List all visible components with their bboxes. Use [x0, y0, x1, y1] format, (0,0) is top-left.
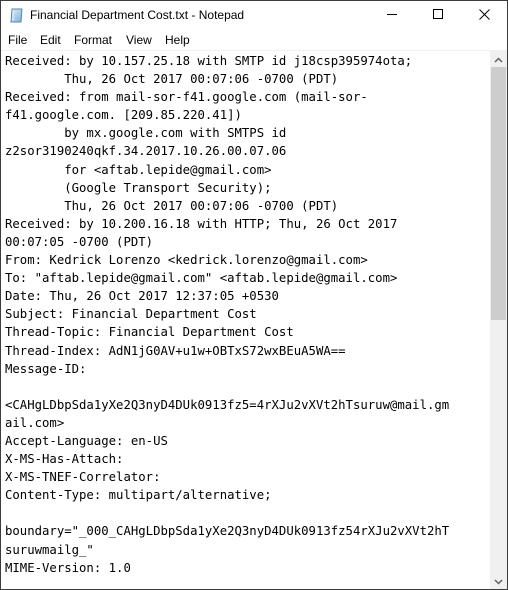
menu-help[interactable]: Help — [165, 33, 190, 47]
window-title: Financial Department Cost.txt - Notepad — [30, 8, 245, 22]
notepad-icon — [10, 8, 23, 23]
text-line: Accept-Language: en-US — [5, 433, 168, 448]
text-line: Thu, 26 Oct 2017 00:07:06 -0700 (PDT) — [64, 198, 339, 213]
text-line: Thu, 26 Oct 2017 00:07:06 -0700 (PDT) — [64, 72, 339, 87]
menu-format[interactable]: Format — [74, 33, 112, 47]
text-line: Content-Type: multipart/alternative; — [5, 488, 272, 503]
document-text[interactable]: Received: by 10.157.25.18 with SMTP id j… — [1, 51, 490, 577]
minimize-button[interactable] — [369, 1, 415, 31]
close-button[interactable] — [461, 1, 507, 31]
text-line: ail.com> — [5, 415, 65, 430]
text-line: Received: from mail-sor-f41.google.com (… — [5, 90, 368, 105]
maximize-icon — [432, 7, 444, 25]
text-line: by mx.google.com with SMTPS id — [64, 126, 287, 141]
scroll-up-button[interactable] — [490, 50, 507, 67]
text-line: Date: Thu, 26 Oct 2017 12:37:05 +0530 — [5, 289, 279, 304]
menu-edit[interactable]: Edit — [40, 33, 61, 47]
text-line: Thread-Index: AdN1jG0AV+u1w+OBTxS72wxBEu… — [5, 343, 346, 358]
scroll-thumb[interactable] — [491, 67, 506, 320]
text-line: z2sor3190240qkf.34.2017.10.26.00.07.06 — [5, 144, 287, 159]
close-icon — [478, 7, 490, 25]
text-line: for <aftab.lepide@gmail.com> — [64, 162, 272, 177]
text-line: (Google Transport Security); — [64, 180, 272, 195]
text-line: Thread-Topic: Financial Department Cost — [5, 325, 294, 340]
text-line: f41.google.com. [209.85.220.41]) — [5, 108, 242, 123]
text-line: From: Kedrick Lorenzo <kedrick.lorenzo@g… — [5, 253, 368, 268]
text-line: Received: by 10.157.25.18 with SMTP id j… — [5, 54, 413, 68]
text-line: Subject: Financial Department Cost — [5, 307, 257, 322]
vertical-scrollbar[interactable] — [490, 50, 507, 589]
scroll-down-button[interactable] — [490, 572, 507, 589]
minimize-icon — [386, 7, 398, 25]
menu-view[interactable]: View — [126, 33, 152, 47]
text-line: To: "aftab.lepide@gmail.com" <aftab.lepi… — [5, 271, 398, 286]
text-line: 00:07:05 -0700 (PDT) — [5, 234, 154, 249]
notepad-window: Financial Department Cost.txt - Notepad … — [0, 0, 508, 590]
maximize-button[interactable] — [415, 1, 461, 31]
text-line: suruwmailg_" — [5, 542, 94, 557]
text-line: X-MS-TNEF-Correlator: — [5, 470, 161, 485]
title-bar[interactable]: Financial Department Cost.txt - Notepad — [1, 1, 507, 31]
chevron-up-icon — [494, 50, 503, 68]
chevron-down-icon — [494, 572, 503, 590]
text-editor[interactable]: Received: by 10.157.25.18 with SMTP id j… — [1, 50, 490, 589]
text-line: X-MS-Has-Attach: — [5, 452, 124, 467]
text-line: Received: by 10.200.16.18 with HTTP; Thu… — [5, 216, 398, 231]
text-line: <CAHgLDbpSda1yXe2Q3nyD4DUk0913fz5=4rXJu2… — [5, 397, 450, 412]
menu-bar: File Edit Format View Help — [1, 31, 507, 50]
text-line: boundary="_000_CAHgLDbpSda1yXe2Q3nyD4DUk… — [5, 524, 450, 539]
text-line: Message-ID: — [5, 361, 87, 376]
text-line: MIME-Version: 1.0 — [5, 560, 131, 575]
menu-file[interactable]: File — [8, 33, 27, 47]
